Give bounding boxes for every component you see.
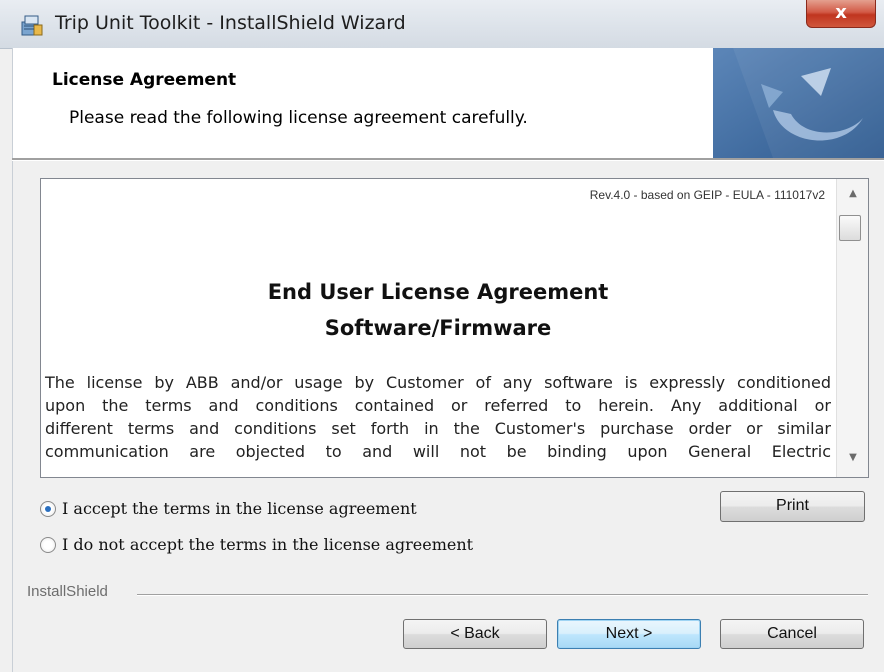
license-line: different terms and conditions set forth…	[45, 419, 831, 438]
next-button[interactable]: Next >	[557, 619, 701, 649]
footer-divider	[137, 594, 868, 596]
back-button[interactable]: < Back	[403, 619, 547, 649]
wizard-header: License Agreement Please read the follow…	[12, 48, 884, 158]
decline-radio[interactable]	[40, 537, 56, 553]
license-line: upon the terms and conditions contained …	[45, 396, 831, 415]
installshield-brand: InstallShield	[27, 583, 108, 600]
close-button[interactable]: x	[806, 0, 876, 28]
page-title: License Agreement	[52, 70, 237, 90]
license-line: The license by ABB and/or usage by Custo…	[45, 373, 831, 392]
installshield-wizard-window: Trip Unit Toolkit - InstallShield Wizard…	[0, 0, 884, 672]
license-content: Rev.4.0 - based on GEIP - EULA - 111017v…	[41, 179, 835, 477]
license-paragraph: The license by ABB and/or usage by Custo…	[45, 371, 831, 463]
accept-label: I accept the terms in the license agreem…	[62, 499, 417, 518]
license-line: communication are objected to and will n…	[45, 442, 831, 461]
scroll-thumb[interactable]	[839, 215, 861, 241]
license-revision: Rev.4.0 - based on GEIP - EULA - 111017v…	[589, 188, 825, 202]
print-button[interactable]: Print	[720, 491, 865, 522]
installer-icon	[21, 15, 43, 36]
scroll-up-icon[interactable]: ▲	[837, 183, 868, 205]
license-subheading: Software/Firmware	[324, 316, 552, 340]
accept-radio[interactable]	[40, 501, 56, 517]
installshield-logo-icon	[713, 48, 884, 158]
decline-label: I do not accept the terms in the license…	[62, 535, 474, 554]
license-heading: End User License Agreement	[267, 280, 609, 304]
license-text-box[interactable]: Rev.4.0 - based on GEIP - EULA - 111017v…	[40, 178, 869, 478]
license-scrollbar[interactable]: ▲ ▼	[836, 179, 868, 477]
cancel-button[interactable]: Cancel	[720, 619, 864, 649]
title-bar[interactable]: Trip Unit Toolkit - InstallShield Wizard…	[0, 0, 884, 49]
window-title: Trip Unit Toolkit - InstallShield Wizard	[55, 12, 406, 34]
scroll-down-icon[interactable]: ▼	[837, 447, 868, 469]
page-subtitle: Please read the following license agreem…	[69, 108, 528, 128]
close-icon: x	[835, 2, 847, 23]
